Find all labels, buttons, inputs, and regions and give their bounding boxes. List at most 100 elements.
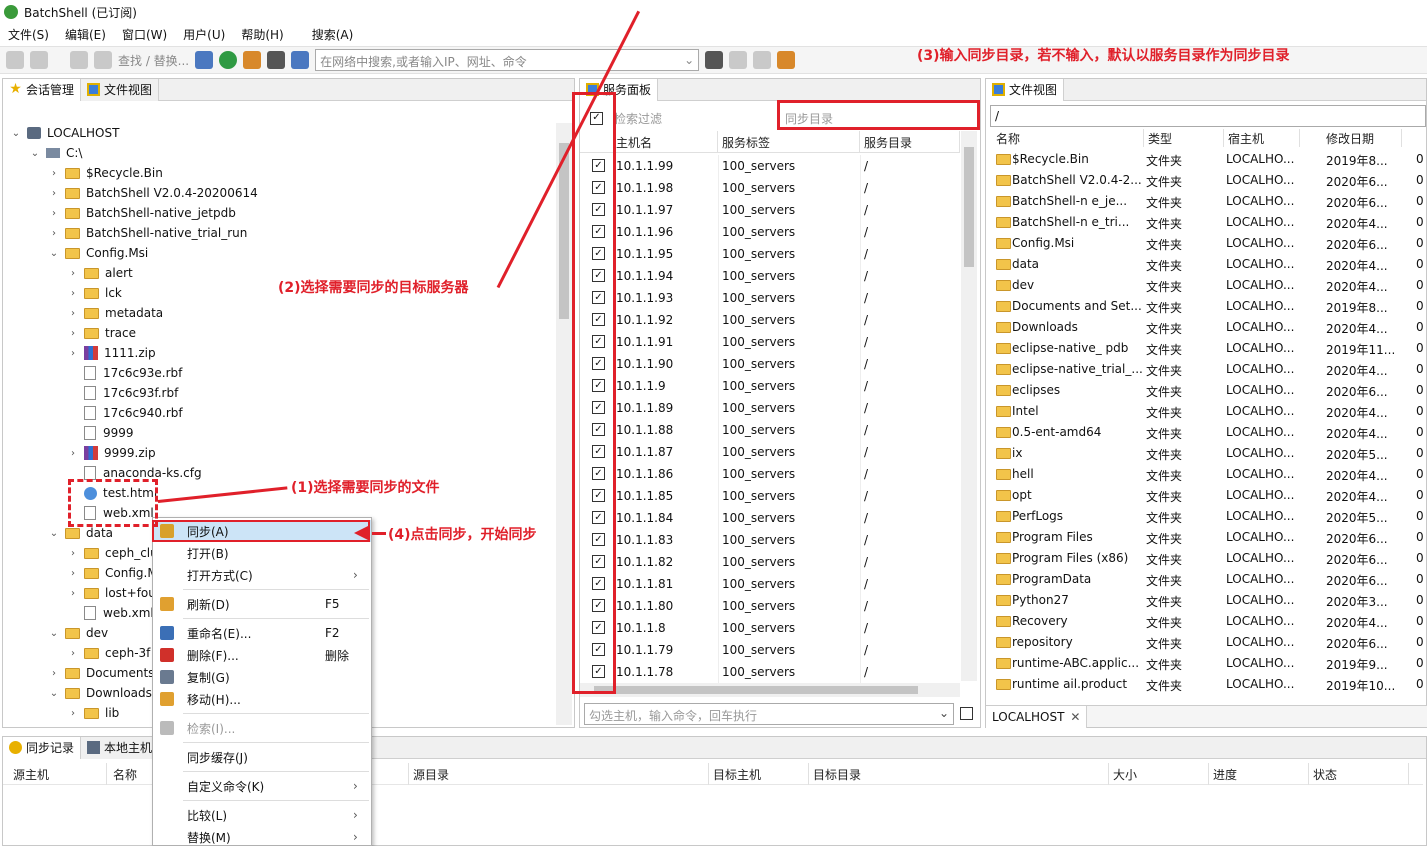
col-source-host[interactable]: 源主机 (9, 763, 107, 785)
file-row[interactable]: Python27 文件夹 LOCALHO... 2020年3... 0 (986, 590, 1426, 611)
tree-item[interactable]: ⌄ C:\ (30, 143, 83, 163)
tree-item[interactable]: › BatchShell-native_jetpdb (49, 203, 236, 223)
menu-search[interactable]: 搜索(A) (304, 26, 362, 43)
binoculars-icon[interactable] (705, 51, 724, 69)
expand-closed-icon[interactable]: › (68, 268, 78, 279)
tab-file-view-right[interactable]: 文件视图 (986, 78, 1065, 101)
tree-scrollbar[interactable] (556, 123, 572, 725)
tree-item[interactable]: ⌄ dev (49, 623, 108, 643)
server-row[interactable]: ✓ 10.1.1.92 100_servers / (580, 309, 960, 331)
expand-closed-icon[interactable]: › (68, 308, 78, 319)
context-menu-item-4[interactable]: 刷新(D) F5 (153, 593, 371, 615)
file-row[interactable]: hell 文件夹 LOCALHO... 2020年4... 0 (986, 464, 1426, 485)
server-scrollbar[interactable] (961, 131, 977, 681)
col-progress[interactable]: 进度 (1209, 763, 1309, 785)
server-scrollbar-thumb[interactable] (964, 147, 974, 267)
server-row[interactable]: ✓ 10.1.1.91 100_servers / (580, 331, 960, 353)
expand-closed-icon[interactable]: › (49, 668, 59, 679)
file-row[interactable]: ix 文件夹 LOCALHO... 2020年5... 0 (986, 443, 1426, 464)
server-row[interactable]: ✓ 10.1.1.86 100_servers / (580, 463, 960, 485)
file-row[interactable]: ProgramData 文件夹 LOCALHO... 2020年6... 0 (986, 569, 1426, 590)
server-row[interactable]: ✓ 10.1.1.8 100_servers / (580, 617, 960, 639)
server-row[interactable]: ✓ 10.1.1.89 100_servers / (580, 397, 960, 419)
expand-open-icon[interactable]: ⌄ (11, 128, 21, 139)
file-row[interactable]: eclipse-native_ pdb 文件夹 LOCALHO... 2019年11.… (986, 338, 1426, 359)
server-row[interactable]: ✓ 10.1.1.81 100_servers / (580, 573, 960, 595)
pin-icon[interactable] (777, 51, 796, 69)
menu-edit[interactable]: 编辑(E) (57, 26, 114, 43)
col-modified[interactable]: 修改日期 (1322, 129, 1402, 147)
file-row[interactable]: dev 文件夹 LOCALHO... 2020年4... 0 (986, 275, 1426, 296)
tree-scrollbar-thumb[interactable] (559, 143, 569, 319)
server-row[interactable]: ✓ 10.1.1.87 100_servers / (580, 441, 960, 463)
window-icon[interactable] (195, 51, 214, 69)
cart-icon[interactable] (291, 51, 310, 69)
context-menu-item-9[interactable]: 移动(H)... (153, 688, 371, 710)
tab-local-host[interactable]: 本地主机 (81, 736, 160, 759)
file-row[interactable]: Downloads 文件夹 LOCALHO... 2020年4... 0 (986, 317, 1426, 338)
server-row[interactable]: ✓ 10.1.1.96 100_servers / (580, 221, 960, 243)
server-hscrollbar-thumb[interactable] (594, 686, 918, 694)
tab-session-manager[interactable]: ★ 会话管理 (3, 78, 82, 101)
expand-closed-icon[interactable]: › (49, 188, 59, 199)
col-hostname[interactable]: 主机名 (612, 131, 718, 153)
menu-help[interactable]: 帮助(H) (233, 26, 291, 43)
redo-icon[interactable] (94, 51, 112, 69)
context-menu-item-17[interactable]: 比较(L) › (153, 804, 371, 826)
terminal-icon[interactable] (267, 51, 286, 69)
file-row[interactable]: Program Files 文件夹 LOCALHO... 2020年6... 0 (986, 527, 1426, 548)
find-replace-button[interactable]: 查找 / 替换... (118, 52, 189, 69)
expand-closed-icon[interactable]: › (49, 228, 59, 239)
file-row[interactable]: Config.Msi 文件夹 LOCALHO... 2020年6... 0 (986, 233, 1426, 254)
undo-icon[interactable] (70, 51, 88, 69)
file-row[interactable]: BatchShell-n e_tri... 文件夹 LOCALHO... 2020年4… (986, 212, 1426, 233)
menu-file[interactable]: 文件(S) (0, 26, 57, 43)
tree-item[interactable]: › lck (68, 283, 122, 303)
file-row[interactable]: Recovery 文件夹 LOCALHO... 2020年4... 0 (986, 611, 1426, 632)
context-menu-item-7[interactable]: 删除(F)... 删除 (153, 644, 371, 666)
file-row[interactable]: runtime ail.product 文件夹 LOCALHO... 2019年10.… (986, 674, 1426, 695)
server-row[interactable]: ✓ 10.1.1.79 100_servers / (580, 639, 960, 661)
file-row[interactable]: Program Files (x86) 文件夹 LOCALHO... 2020年6..… (986, 548, 1426, 569)
tree-item[interactable]: ⌄ Downloads (49, 683, 152, 703)
command-input[interactable]: 在网络中搜索,或者输入IP、网址、命令 ⌄ (315, 49, 700, 71)
path-input[interactable]: / (990, 105, 1426, 127)
context-menu-item-13[interactable]: 同步缓存(J) (153, 746, 371, 768)
tree-item[interactable]: › lib (68, 703, 119, 723)
tree-item[interactable]: › BatchShell V2.0.4-20200614 (49, 183, 258, 203)
expand-closed-icon[interactable]: › (68, 328, 78, 339)
file-row[interactable]: BatchShell-n e_je... 文件夹 LOCALHO... 2020年6.… (986, 191, 1426, 212)
file-row[interactable]: data 文件夹 LOCALHO... 2020年4... 0 (986, 254, 1426, 275)
file-row[interactable]: $Recycle.Bin 文件夹 LOCALHO... 2019年8... 0 (986, 149, 1426, 170)
server-row[interactable]: ✓ 10.1.1.93 100_servers / (580, 287, 960, 309)
server-row[interactable]: ✓ 10.1.1.85 100_servers / (580, 485, 960, 507)
tree-item[interactable]: › ceph_clu (68, 543, 158, 563)
tab-file-view[interactable]: 文件视图 (81, 78, 160, 101)
expand-closed-icon[interactable]: › (68, 648, 78, 659)
context-menu-item-18[interactable]: 替换(M) › (153, 826, 371, 845)
expand-open-icon[interactable]: ⌄ (49, 688, 59, 699)
batch-command-input[interactable]: 勾选主机，输入命令，回车执行 ⌄ (584, 703, 954, 725)
tree-item[interactable]: 17c6c940.rbf (68, 403, 183, 423)
file-row[interactable]: Intel 文件夹 LOCALHO... 2020年4... 0 (986, 401, 1426, 422)
server-row[interactable]: ✓ 10.1.1.9 100_servers / (580, 375, 960, 397)
tree-item[interactable]: › BatchShell-native_trial_run (49, 223, 247, 243)
tree-item[interactable]: › metadata (68, 303, 163, 323)
file-row[interactable]: runtime-ABC.applic... 文件夹 LOCALHO... 2019年9… (986, 653, 1426, 674)
file-row[interactable]: BatchShell V2.0.4-2... 文件夹 LOCALHO... 2020年… (986, 170, 1426, 191)
server-row[interactable]: ✓ 10.1.1.98 100_servers / (580, 177, 960, 199)
expand-closed-icon[interactable]: › (68, 288, 78, 299)
tree-item[interactable]: web.xml (68, 603, 154, 623)
col-target-dir[interactable]: 目标目录 (809, 763, 1109, 785)
exec-checkbox[interactable] (960, 707, 973, 723)
col-name[interactable]: 名称 (992, 129, 1144, 147)
chevron-down-icon[interactable]: ⌄ (684, 53, 694, 67)
server-row[interactable]: ✓ 10.1.1.83 100_servers / (580, 529, 960, 551)
col-size[interactable]: 大小 (1109, 763, 1209, 785)
tree-item[interactable]: › ceph-3f (68, 643, 150, 663)
expand-closed-icon[interactable]: › (68, 448, 78, 459)
menu-user[interactable]: 用户(U) (175, 26, 233, 43)
tree-item[interactable]: 9999 (68, 423, 134, 443)
tab-sync-records[interactable]: 同步记录 (3, 736, 82, 759)
col-type[interactable]: 类型 (1144, 129, 1224, 147)
